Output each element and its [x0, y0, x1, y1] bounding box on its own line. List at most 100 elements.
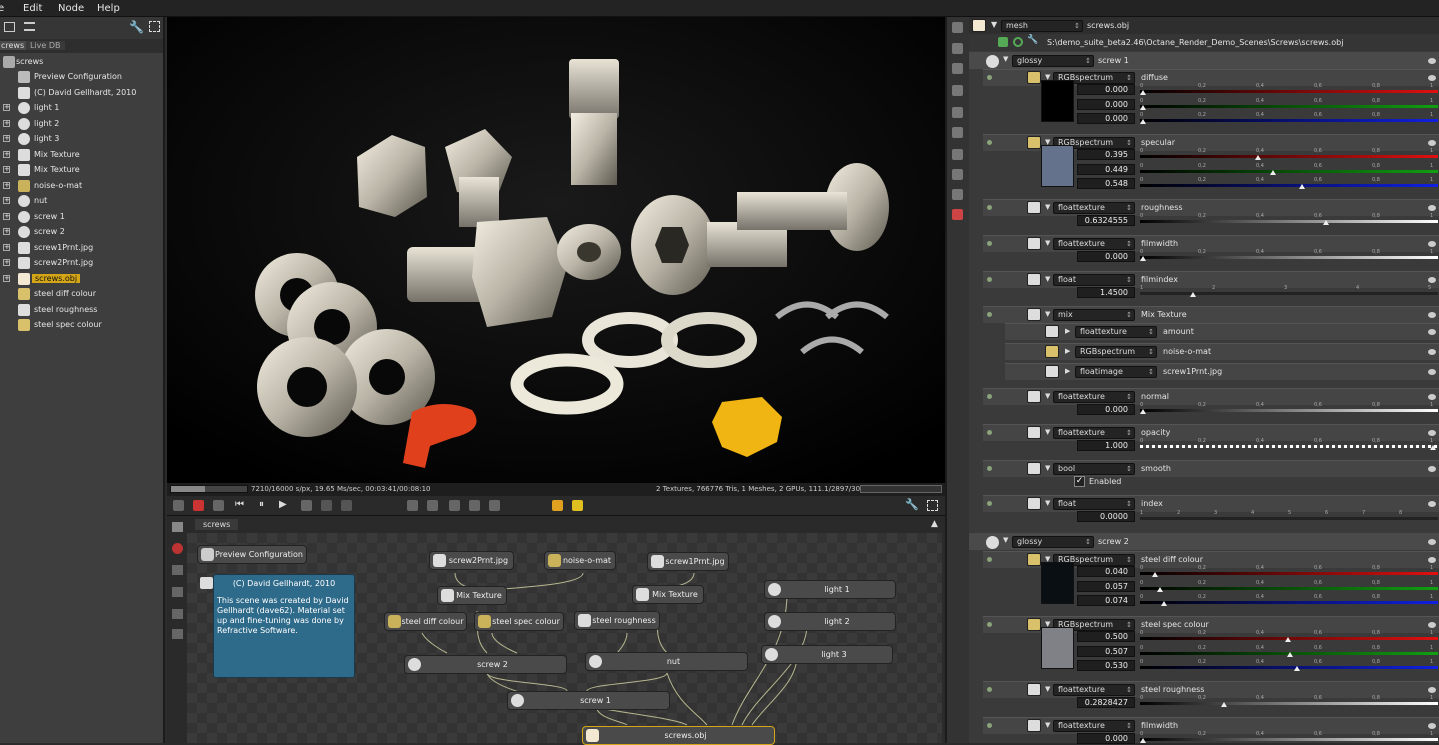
camera-icon[interactable] — [173, 500, 184, 511]
eye-icon[interactable] — [1428, 723, 1436, 729]
tree-item[interactable]: + screw2Prnt.jpg — [0, 256, 163, 271]
color-swatch[interactable] — [1041, 562, 1074, 604]
value-field[interactable]: 0.000 — [1077, 404, 1135, 415]
collapse-arrow-icon[interactable]: ▼ — [1045, 239, 1050, 247]
pin-dot[interactable] — [987, 205, 992, 210]
slider-thumb[interactable] — [1190, 292, 1196, 297]
slider[interactable]: 0 0,2 0,4 0,6 0,8 1 — [1140, 98, 1438, 110]
param-type-combo[interactable]: floattexture — [1053, 427, 1135, 439]
menu-file[interactable]: e — [0, 3, 4, 14]
param-type-combo[interactable]: floattexture — [1053, 202, 1135, 214]
tree-item[interactable]: + screw1Prnt.jpg — [0, 241, 163, 256]
checkbox[interactable]: ✓ — [1074, 476, 1085, 487]
node-screw-1[interactable]: screw 1 — [507, 691, 670, 710]
slider[interactable]: 0 0,2 0,4 0,6 0,8 1 — [1140, 402, 1438, 414]
eye-icon[interactable] — [1428, 622, 1436, 628]
render-viewport[interactable] — [167, 17, 945, 483]
param-type-combo[interactable]: mix — [1053, 309, 1135, 321]
inspector-tool-icon[interactable] — [952, 63, 963, 74]
grid-icon[interactable] — [449, 500, 460, 511]
value-field[interactable]: 1.4500 — [1077, 287, 1135, 298]
param-type-combo[interactable]: floattexture — [1053, 391, 1135, 403]
eye-icon[interactable] — [1428, 430, 1436, 436]
expand-arrow-icon[interactable]: ▶ — [1065, 347, 1070, 355]
node-preview-config[interactable]: Preview Configuration — [197, 545, 307, 564]
sphere-alt-icon[interactable] — [427, 500, 438, 511]
pin-dot[interactable] — [987, 430, 992, 435]
param-type-combo[interactable]: floattexture — [1053, 684, 1135, 696]
slider[interactable]: 0 0,2 0,4 0,6 0,8 1 — [1140, 659, 1438, 671]
tree-item[interactable]: + light 1 — [0, 101, 163, 116]
slider-thumb[interactable] — [1140, 104, 1146, 110]
slider-thumb[interactable] — [1285, 637, 1291, 642]
slider[interactable]: 0 0,2 0,4 0,6 0,8 1 — [1140, 177, 1438, 189]
tree-root[interactable]: screws — [0, 55, 163, 70]
tree-item[interactable]: + Mix Texture — [0, 148, 163, 163]
inspector-tool-icon[interactable] — [952, 169, 963, 180]
tab-scene[interactable]: crews — [0, 41, 29, 50]
collapse-arrow-icon[interactable]: ▼ — [1045, 203, 1050, 211]
collapse-arrow-icon[interactable]: ▼ — [1003, 536, 1008, 544]
tree-item[interactable]: + light 2 — [0, 117, 163, 132]
tree-item[interactable]: steel diff colour — [0, 287, 163, 302]
inspector-tool-icon[interactable] — [952, 107, 963, 118]
color-swatch[interactable] — [1041, 80, 1074, 122]
value-field-g[interactable]: 0.449 — [1077, 163, 1135, 175]
collapse-arrow-icon[interactable]: ▼ — [1045, 392, 1050, 400]
value-field[interactable]: 0.2828427 — [1077, 697, 1135, 708]
node-steel-diff[interactable]: steel diff colour — [384, 612, 467, 631]
graph-render-icon[interactable] — [172, 543, 183, 554]
value-field-r[interactable]: 0.000 — [1077, 84, 1135, 95]
eye-icon[interactable] — [1428, 349, 1436, 355]
slider-thumb[interactable] — [1322, 220, 1329, 225]
pin-dot[interactable] — [987, 687, 992, 692]
pin-dot[interactable] — [987, 241, 992, 246]
tree-item[interactable]: + light 3 — [0, 132, 163, 147]
pin-dot[interactable] — [987, 622, 992, 627]
param-type-combo[interactable]: float — [1053, 498, 1135, 510]
expand-icon[interactable]: + — [3, 104, 10, 111]
value-field-b[interactable]: 0.000 — [1077, 113, 1135, 124]
expand-icon[interactable]: + — [3, 259, 10, 266]
expand-icon[interactable]: + — [3, 181, 10, 189]
slider-thumb[interactable] — [1140, 119, 1146, 124]
eye-icon[interactable] — [1428, 75, 1436, 81]
slider[interactable]: 0 0,2 0,4 0,6 0,8 1 — [1140, 594, 1438, 606]
maximize-icon[interactable] — [927, 500, 938, 511]
tree-item[interactable]: steel spec colour — [0, 318, 163, 333]
wrench-icon[interactable]: 🔧 — [905, 498, 919, 511]
node-steel-spec[interactable]: steel spec colour — [474, 612, 564, 631]
node-steel-roughness[interactable]: steel roughness — [574, 611, 660, 630]
slider-thumb[interactable] — [1156, 586, 1163, 592]
tab-live-db[interactable]: Live DB — [26, 41, 65, 50]
expand-icon[interactable]: + — [3, 166, 10, 173]
menu-help[interactable]: Help — [97, 3, 120, 14]
param-type-combo[interactable]: bool — [1053, 463, 1135, 475]
slider[interactable]: 0 0,2 0,4 0,6 0,8 1 — [1140, 83, 1438, 95]
eye-icon[interactable] — [1428, 369, 1436, 375]
pin-dot[interactable] — [987, 140, 992, 145]
eye-icon[interactable] — [1428, 312, 1436, 318]
play-icon[interactable]: ▶ — [279, 499, 287, 510]
eye-icon[interactable] — [1428, 466, 1436, 472]
color-swatch[interactable] — [1041, 145, 1074, 187]
node-noise[interactable]: noise-o-mat — [544, 551, 616, 570]
eye-icon[interactable] — [1428, 687, 1436, 693]
graph-node-icon[interactable] — [172, 629, 183, 639]
value-field-r[interactable]: 0.500 — [1077, 631, 1135, 642]
collapse-arrow-icon[interactable]: ▼ — [1045, 310, 1050, 318]
eye-icon[interactable] — [1428, 501, 1436, 507]
collapse-icon[interactable] — [4, 22, 15, 32]
node-mix-texture-1[interactable]: Mix Texture — [437, 586, 507, 605]
tree-item[interactable]: Preview Configuration — [0, 70, 163, 85]
collapse-arrow-icon[interactable]: ▼ — [1045, 275, 1050, 283]
graph-node-icon[interactable] — [172, 565, 183, 575]
slider[interactable]: 0 0,2 0,4 0,6 0,8 1 — [1140, 731, 1438, 743]
graph-tool-icon[interactable] — [172, 522, 183, 532]
collapse-arrow-icon[interactable]: ▼ — [1045, 721, 1050, 729]
graph-node-icon[interactable] — [172, 609, 183, 619]
collapse-arrow-icon[interactable]: ▼ — [1045, 685, 1050, 693]
eye-icon[interactable] — [1428, 140, 1436, 146]
eye-icon[interactable] — [1428, 277, 1436, 283]
param-type-combo[interactable]: floattexture — [1053, 238, 1135, 250]
